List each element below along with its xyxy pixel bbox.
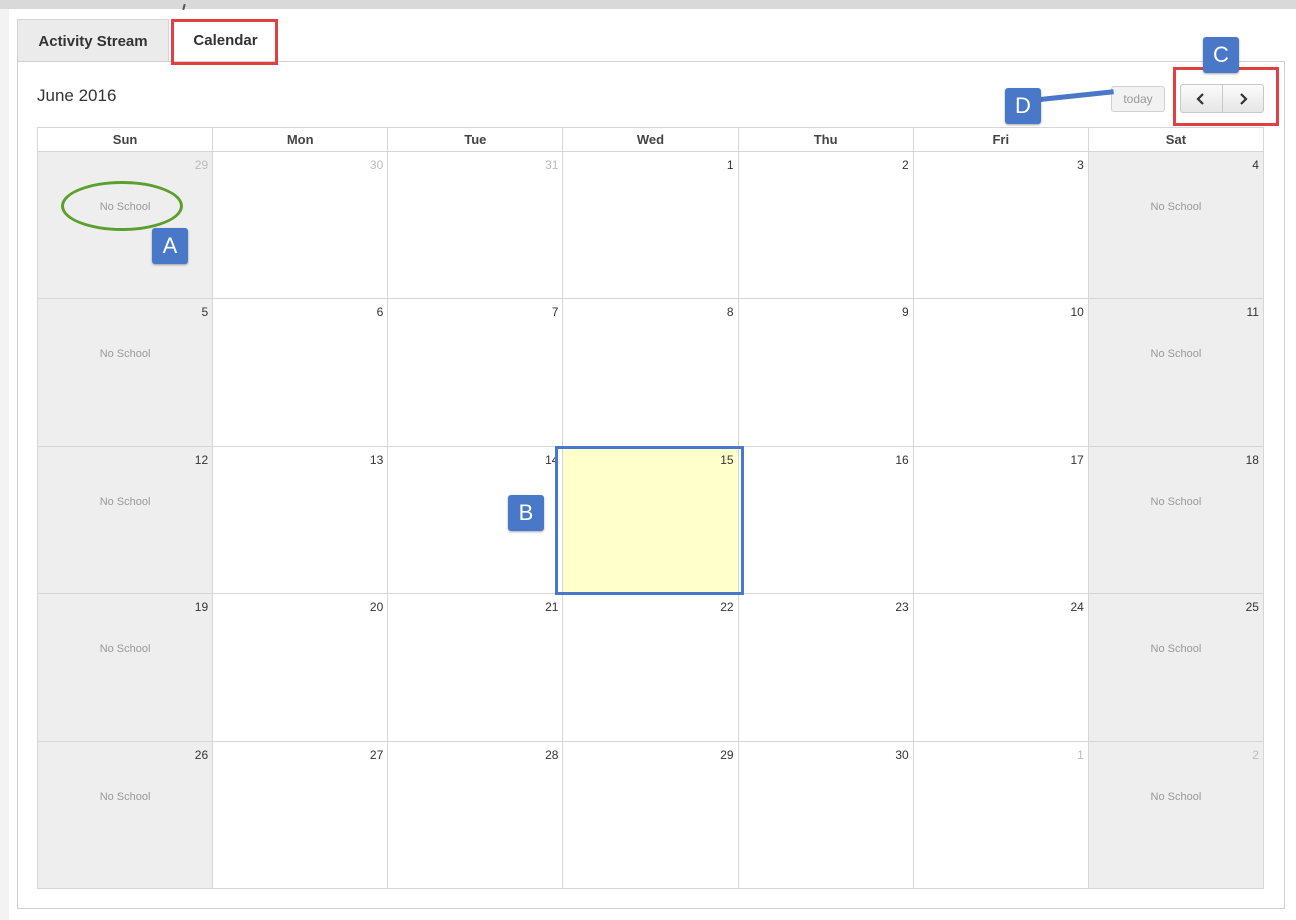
day-number: 17: [1070, 452, 1084, 467]
weekday-header-cell: Tue: [387, 128, 562, 151]
day-number: 3: [1077, 158, 1084, 172]
day-number: 2: [902, 158, 909, 172]
calendar-event[interactable]: No School: [1089, 643, 1263, 655]
day-number: 1: [726, 158, 734, 172]
weekday-header-cell: Mon: [212, 128, 387, 151]
day-cell[interactable]: 25 No School: [1087, 594, 1263, 741]
day-number: 11: [1246, 305, 1259, 320]
weekday-header-cell: Sun: [112, 132, 138, 147]
day-number: 29: [194, 158, 209, 172]
day-cell[interactable]: 22: [562, 594, 738, 741]
day-number: 16: [895, 452, 909, 467]
day-number: 6: [376, 305, 384, 320]
callout-a: A: [152, 228, 188, 264]
week-row: 19 No School 20 21 22 23 24 25 No School: [38, 593, 1263, 741]
calendar-event[interactable]: No School: [1089, 201, 1263, 213]
day-cell[interactable]: 3: [912, 152, 1088, 299]
day-number: 24: [1070, 600, 1084, 615]
day-cell[interactable]: 11 No School: [1087, 299, 1263, 446]
day-cell[interactable]: 1: [562, 152, 738, 299]
callout-d: D: [1005, 88, 1041, 124]
day-number: 28: [545, 747, 559, 762]
day-cell[interactable]: 1: [912, 741, 1088, 889]
day-number: 31: [545, 158, 559, 172]
day-number: 30: [369, 158, 384, 172]
day-number: 21: [545, 600, 559, 615]
top-border: [0, 0, 1296, 9]
weekday-header-cell: Thu: [737, 128, 913, 151]
day-cell[interactable]: 7: [387, 299, 563, 446]
day-cell[interactable]: 31: [387, 152, 563, 299]
day-cell[interactable]: 2: [737, 152, 913, 299]
calendar-event[interactable]: No School: [38, 496, 212, 508]
week-row: 5 No School 6 7 8 9 10 11 No School: [38, 298, 1263, 446]
day-number: 10: [1070, 305, 1084, 320]
nav-buttons-highlight: [1173, 67, 1279, 126]
day-cell[interactable]: 30: [212, 152, 388, 299]
calendar-tab-highlight: [171, 19, 278, 65]
day-number: 23: [895, 600, 909, 615]
calendar-title: June 2016: [37, 86, 117, 105]
day-cell[interactable]: 28: [387, 741, 563, 889]
day-cell[interactable]: 13: [212, 446, 388, 594]
callout-b: B: [508, 495, 544, 531]
day-number: 20: [369, 600, 384, 615]
day-number: 29: [720, 747, 734, 762]
weekday-header-cell: Sat: [1087, 128, 1263, 151]
day-number: 22: [720, 600, 734, 615]
callout-c: C: [1203, 37, 1239, 73]
day-cell[interactable]: 9: [737, 299, 913, 446]
day-cell[interactable]: 26 No School: [38, 741, 213, 889]
day-cell[interactable]: 4 No School: [1087, 152, 1263, 299]
day-number: 26: [194, 747, 209, 762]
day-number: 18: [1245, 452, 1259, 467]
day-number: 25: [1245, 600, 1259, 615]
week-row: 29 No School 30 31 1 2 3 4 No School: [38, 152, 1263, 299]
day-cell[interactable]: 10: [912, 299, 1088, 446]
day-cell[interactable]: 6: [212, 299, 388, 446]
day-cell[interactable]: 20: [212, 594, 388, 741]
day-cell[interactable]: 5 No School: [38, 299, 213, 446]
tab-activity-stream[interactable]: Activity Stream: [17, 19, 169, 62]
day-cell[interactable]: 29: [562, 741, 738, 889]
day-cell[interactable]: 27: [212, 741, 388, 889]
calendar-event[interactable]: No School: [38, 791, 212, 803]
calendar-event[interactable]: No School: [38, 348, 212, 360]
day-number: 13: [369, 452, 384, 467]
weekday-header: Sun Mon Tue Wed Thu Fri Sat: [38, 128, 1263, 152]
day-cell[interactable]: 19 No School: [38, 594, 213, 741]
day-number: 9: [902, 305, 909, 320]
day-number: 12: [194, 452, 209, 467]
day-number: 5: [201, 305, 209, 320]
today-button[interactable]: today: [1111, 86, 1165, 112]
day-number: 8: [726, 305, 734, 320]
day-cell[interactable]: 8: [562, 299, 738, 446]
weekday-header-cell: Wed: [562, 128, 737, 151]
today-cell-highlight: [555, 446, 744, 595]
no-school-circle: [61, 181, 183, 231]
day-number: 1: [1077, 747, 1084, 762]
day-cell[interactable]: 30: [737, 741, 913, 889]
day-number: 27: [369, 747, 384, 762]
day-number: 2: [1252, 747, 1259, 762]
calendar-event[interactable]: No School: [1089, 496, 1263, 508]
day-number: 7: [551, 305, 559, 320]
day-cell[interactable]: 21: [387, 594, 563, 741]
day-number: 19: [194, 600, 209, 615]
day-number: 30: [895, 747, 909, 762]
day-cell[interactable]: 16: [737, 446, 913, 594]
day-number: 4: [1252, 158, 1259, 172]
day-cell[interactable]: 24: [912, 594, 1088, 741]
calendar-event[interactable]: No School: [1089, 348, 1263, 360]
day-cell[interactable]: 12 No School: [38, 446, 213, 594]
weekday-header-cell: Fri: [912, 128, 1088, 151]
day-cell[interactable]: 18 No School: [1087, 446, 1263, 594]
day-cell[interactable]: 23: [737, 594, 913, 741]
calendar-event[interactable]: No School: [1089, 791, 1263, 803]
calendar-event[interactable]: No School: [38, 643, 212, 655]
week-row: 26 No School 27 28 29 30 1 2 No School: [38, 740, 1263, 889]
day-cell[interactable]: 17: [912, 446, 1088, 594]
day-cell[interactable]: 2 No School: [1087, 741, 1263, 889]
left-edge: [0, 9, 9, 920]
